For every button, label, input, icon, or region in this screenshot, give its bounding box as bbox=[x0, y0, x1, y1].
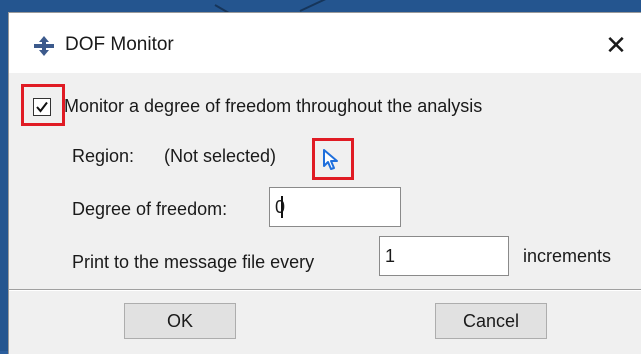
print-label: Print to the message file every bbox=[72, 252, 315, 272]
monitor-checkbox[interactable] bbox=[33, 98, 51, 116]
dof-field[interactable] bbox=[269, 187, 401, 227]
text-cursor bbox=[281, 196, 283, 218]
dof-label: Degree of freedom: bbox=[72, 199, 228, 219]
pointer-arrow-icon[interactable] bbox=[322, 149, 342, 171]
checkmark-icon bbox=[36, 101, 48, 113]
region-value: (Not selected) bbox=[164, 146, 277, 166]
title-bar: DOF Monitor ✕ bbox=[9, 13, 641, 73]
dialog-title: DOF Monitor bbox=[65, 34, 174, 55]
monitor-checkbox-label: Monitor a degree of freedom throughout t… bbox=[64, 96, 483, 116]
close-button[interactable]: ✕ bbox=[596, 27, 636, 63]
button-separator-highlight bbox=[9, 290, 641, 291]
dof-monitor-icon bbox=[34, 36, 54, 56]
background-line bbox=[299, 0, 328, 12]
cancel-button[interactable]: Cancel bbox=[435, 303, 547, 339]
dof-monitor-dialog: DOF Monitor ✕ Monitor a degree of freedo… bbox=[8, 12, 641, 354]
region-label: Region: bbox=[72, 146, 135, 166]
ok-button[interactable]: OK bbox=[124, 303, 236, 339]
increments-label: increments bbox=[523, 246, 612, 266]
print-increment-field[interactable] bbox=[379, 236, 509, 276]
